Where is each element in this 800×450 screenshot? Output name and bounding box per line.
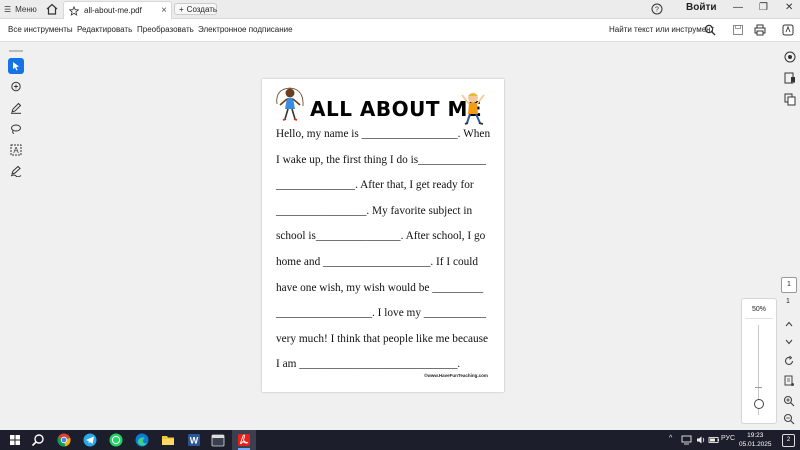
zoom-tick (755, 387, 762, 388)
network-icon[interactable] (681, 434, 693, 446)
highlight-tool[interactable] (8, 100, 24, 116)
volume-icon[interactable] (695, 434, 707, 446)
file-explorer-icon[interactable] (160, 432, 176, 448)
worksheet-line: Hello, my name is _________________. Whe… (276, 128, 491, 140)
zoom-out-icon[interactable] (783, 413, 795, 425)
esign-menu[interactable]: Электронное подписание (198, 25, 293, 34)
worksheet-line: ________________. My favorite subject in (276, 204, 473, 217)
windows-start-icon[interactable] (7, 432, 23, 448)
new-tab-label: Создать (186, 4, 218, 14)
new-tab-button[interactable]: + Создать (174, 3, 217, 15)
acrobat-icon[interactable] (236, 432, 252, 448)
zoom-in-icon[interactable] (783, 395, 795, 407)
left-tool-rail: A (6, 50, 26, 180)
zoom-panel: 50% (741, 298, 777, 424)
cursor-icon (13, 62, 19, 71)
minimize-icon[interactable]: — (733, 2, 743, 13)
page-view-icon[interactable] (783, 375, 795, 387)
zoom-divider (745, 318, 773, 319)
worksheet-line: _________________. I love my ___________ (276, 307, 486, 320)
document-tab[interactable]: all-about-me.pdf × (63, 1, 172, 19)
ai-assistant-icon[interactable] (782, 24, 794, 36)
battery-icon[interactable] (708, 434, 720, 446)
svg-text:A: A (13, 146, 19, 155)
clock-time: 19:23 (747, 432, 764, 439)
page-up-icon[interactable] (783, 318, 795, 330)
zoom-percent[interactable]: 50% (742, 306, 776, 313)
text-tool[interactable]: A (8, 142, 24, 158)
menu-button[interactable]: ☰ Меню (4, 2, 37, 16)
total-pages: 1 (786, 298, 790, 305)
text-box-icon: A (10, 144, 22, 156)
select-tool[interactable] (8, 58, 24, 74)
worksheet-line: I wake up, the first thing I do is______… (276, 153, 486, 166)
draw-tool[interactable] (8, 121, 24, 137)
worksheet-title: ALL ABOUT ME (310, 97, 483, 121)
find-text-label[interactable]: Найти текст или инструмент (609, 25, 714, 34)
telegram-icon[interactable] (82, 432, 98, 448)
rotate-icon[interactable] (783, 355, 795, 367)
worksheet-text: Hello, my name is _________________. Whe… (276, 127, 496, 383)
pdf-page: ALL ABOUT ME Hello, my name is _________… (262, 79, 504, 392)
convert-menu[interactable]: Преобразовать (137, 25, 194, 34)
svg-text:?: ? (655, 7, 659, 14)
worksheet-line: very much! I think that people like me b… (276, 332, 489, 345)
clock-date: 05.01.2025 (739, 441, 772, 448)
plus-icon: + (179, 4, 184, 14)
edit-menu[interactable]: Редактировать (77, 25, 132, 34)
tray-chevron-icon[interactable]: ^ (669, 435, 672, 442)
kid-jump-rope-illustration (276, 87, 304, 121)
svg-text:W: W (190, 436, 199, 446)
worksheet-line: have one wish, my wish would be ________… (276, 281, 484, 294)
save-icon[interactable] (732, 24, 744, 36)
close-window-icon[interactable]: ✕ (785, 2, 793, 13)
kid-cheering-illustration (461, 93, 485, 125)
calendar-app-icon[interactable] (210, 432, 226, 448)
close-tab-icon[interactable]: × (161, 5, 167, 16)
tab-bar: ☰ Меню all-about-me.pdf × + Создать ? Во… (0, 0, 800, 19)
search-taskbar-icon[interactable] (30, 432, 46, 448)
worksheet-line: home and ___________________. If I could (276, 255, 479, 268)
comment-tool[interactable] (8, 79, 24, 95)
zoom-slider-handle[interactable] (754, 399, 764, 409)
copy-pages-icon[interactable] (783, 92, 797, 106)
worksheet-line: school is_______________. After school, … (276, 230, 486, 243)
search-icon[interactable] (704, 24, 716, 36)
word-icon[interactable]: W (186, 432, 202, 448)
system-clock[interactable]: 19:23 05.01.2025 (739, 431, 772, 449)
notification-badge[interactable]: 2 (782, 434, 795, 447)
chrome-icon[interactable] (56, 432, 72, 448)
bookmark-icon[interactable] (783, 71, 797, 85)
sign-tool[interactable] (8, 163, 24, 179)
copyright-credit: ©www.HaveFunTeaching.com (424, 373, 488, 378)
page-down-icon[interactable] (783, 336, 795, 348)
star-icon[interactable] (69, 5, 79, 16)
rail-grip (9, 50, 23, 52)
worksheet-line: ______________. After that, I get ready … (276, 179, 474, 192)
hamburger-icon: ☰ (4, 4, 12, 14)
lasso-icon (11, 124, 21, 134)
worksheet-line: I am ____________________________. (276, 358, 461, 371)
main-toolbar: Все инструменты Редактировать Преобразов… (0, 19, 800, 42)
restore-icon[interactable]: ❐ (759, 2, 768, 13)
right-sidebar (780, 43, 800, 430)
tab-title: all-about-me.pdf (84, 6, 142, 15)
print-icon[interactable] (754, 24, 766, 36)
menu-label: Меню (15, 4, 37, 14)
help-icon[interactable]: ? (651, 3, 663, 15)
edge-icon[interactable] (134, 432, 150, 448)
ai-chat-icon[interactable] (783, 50, 797, 64)
signin-button[interactable]: Войти (686, 2, 717, 13)
current-page-field[interactable]: 1 (781, 277, 797, 293)
signature-icon (10, 165, 22, 177)
windows-taskbar: W ^ РУС 19:23 05.01.2025 2 (0, 430, 800, 450)
comment-icon (11, 81, 21, 92)
language-indicator[interactable]: РУС (721, 435, 735, 442)
whatsapp-icon[interactable] (108, 432, 124, 448)
pen-icon (11, 102, 22, 114)
home-icon[interactable] (45, 2, 59, 16)
all-tools-menu[interactable]: Все инструменты (8, 25, 73, 34)
